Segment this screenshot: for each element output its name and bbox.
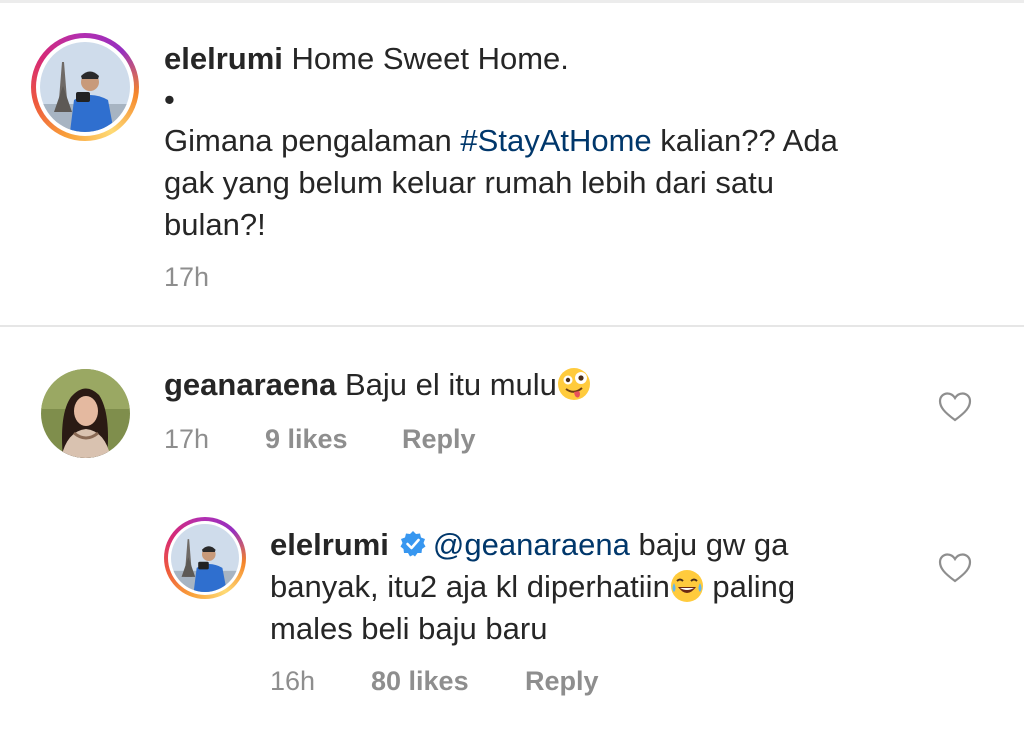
- heart-icon[interactable]: [938, 391, 972, 423]
- reply-avatar[interactable]: [164, 517, 246, 599]
- comment-likes[interactable]: 9 likes: [265, 424, 348, 454]
- comment-text: Baju el itu mulu: [344, 367, 557, 402]
- user-photo-icon: [41, 369, 130, 458]
- reply-timestamp: 16h: [270, 666, 316, 696]
- caption-line-3: gak yang belum keluar rumah lebih dari s…: [164, 165, 775, 200]
- post-avatar[interactable]: [31, 33, 139, 141]
- reply-likes[interactable]: 80 likes: [371, 666, 469, 696]
- top-divider: [0, 0, 1024, 3]
- comment-username[interactable]: geanaraena: [164, 367, 336, 402]
- commenter-avatar[interactable]: [41, 369, 130, 458]
- post-username[interactable]: elelrumi: [164, 41, 283, 76]
- crazy-face-emoji-icon: [557, 368, 590, 400]
- hashtag-link[interactable]: #StayAtHome: [460, 123, 651, 158]
- verified-badge-icon: [400, 531, 426, 557]
- caption-bullet: •: [164, 82, 175, 117]
- caption-line-4: bulan?!: [164, 207, 266, 242]
- reply-username[interactable]: elelrumi: [270, 527, 389, 562]
- section-divider: [0, 325, 1024, 327]
- reply-line-2: banyak, itu2 aja kl diperhatiin: [270, 569, 670, 604]
- reply-button[interactable]: Reply: [402, 424, 476, 454]
- user-photo-icon: [171, 524, 239, 592]
- mention-link[interactable]: @geanaraena: [433, 527, 630, 562]
- heart-icon[interactable]: [938, 552, 972, 584]
- caption-line-2b: kalian?? Ada: [651, 123, 838, 158]
- reply-line-1: baju gw ga: [629, 527, 789, 562]
- post-timestamp: 17h: [164, 262, 210, 292]
- caption-line-1: Home Sweet Home.: [291, 41, 569, 76]
- user-photo-icon: [40, 42, 130, 132]
- reply-line-3: males beli baju baru: [270, 611, 548, 646]
- tears-of-joy-emoji-icon: [670, 570, 703, 602]
- caption-line-2a: Gimana pengalaman: [164, 123, 461, 158]
- reply-button[interactable]: Reply: [525, 666, 599, 696]
- comment-timestamp: 17h: [164, 424, 210, 454]
- reply-line-2b: paling: [703, 569, 796, 604]
